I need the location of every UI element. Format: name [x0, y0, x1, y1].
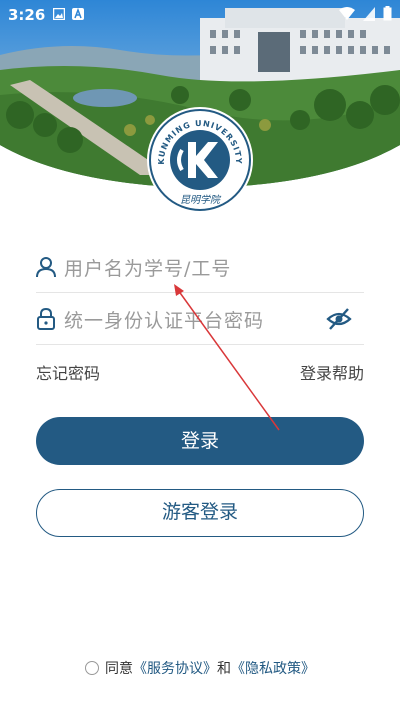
username-field[interactable]: 用户名为学号/工号: [36, 242, 364, 293]
user-icon: [36, 257, 56, 278]
status-bar: 3:26: [0, 0, 400, 28]
agree-radio[interactable]: [85, 661, 99, 675]
login-help-link[interactable]: 登录帮助: [300, 360, 364, 384]
image-notification-icon: [53, 8, 65, 20]
signal-icon: [363, 6, 375, 21]
password-field[interactable]: 统一身份认证平台密码: [36, 294, 364, 345]
login-button[interactable]: 登录: [36, 417, 364, 465]
agree-prefix: 同意: [105, 661, 133, 677]
agreement-row: 同意《服务协议》和《隐私政策》: [0, 658, 400, 678]
lock-icon: [37, 308, 55, 330]
password-placeholder: 统一身份认证平台密码: [64, 310, 265, 332]
battery-icon: [383, 6, 392, 21]
privacy-policy-link[interactable]: 《隐私政策》: [231, 661, 315, 677]
eye-off-icon[interactable]: [326, 307, 352, 331]
university-emblem: KUNMING UNIVERSITY 昆明学院: [147, 107, 253, 213]
wifi-icon: [339, 7, 355, 20]
forgot-password-link[interactable]: 忘记密码: [36, 360, 100, 384]
service-agreement-link[interactable]: 《服务协议》: [133, 661, 217, 677]
status-time: 3:26: [8, 6, 46, 24]
username-placeholder: 用户名为学号/工号: [64, 258, 232, 280]
guest-login-button[interactable]: 游客登录: [36, 489, 364, 537]
university-logo: KUNMING UNIVERSITY 昆明学院: [146, 106, 254, 214]
agree-and: 和: [217, 661, 231, 677]
logo-seal-text: 昆明学院: [180, 194, 222, 206]
app-notification-icon: [72, 8, 84, 20]
